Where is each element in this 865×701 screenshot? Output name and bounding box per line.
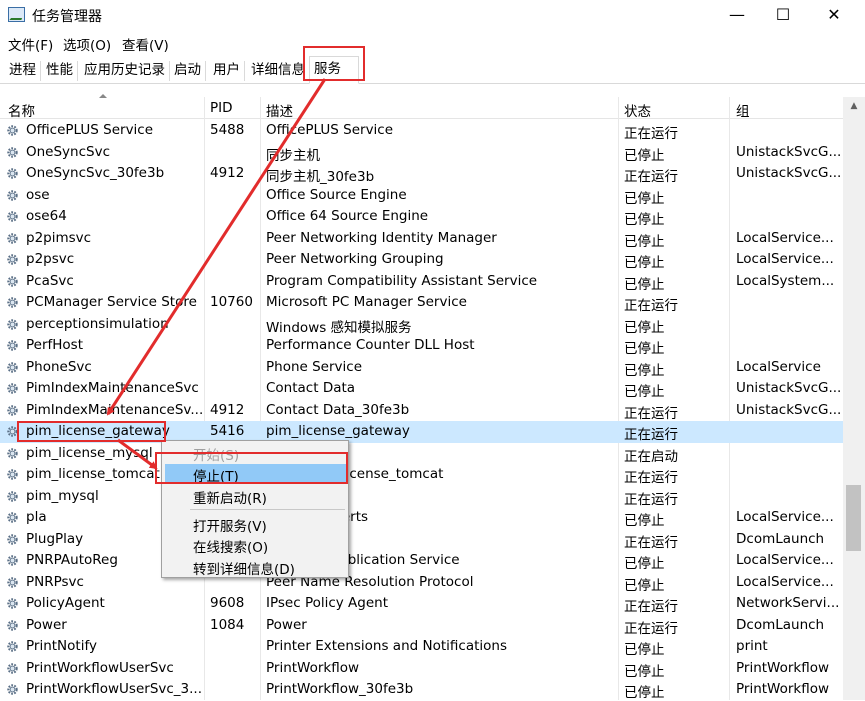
arrow-to-stop-icon — [117, 438, 158, 470]
arrow-to-service-icon — [106, 78, 327, 416]
annotation-arrows — [106, 78, 327, 470]
